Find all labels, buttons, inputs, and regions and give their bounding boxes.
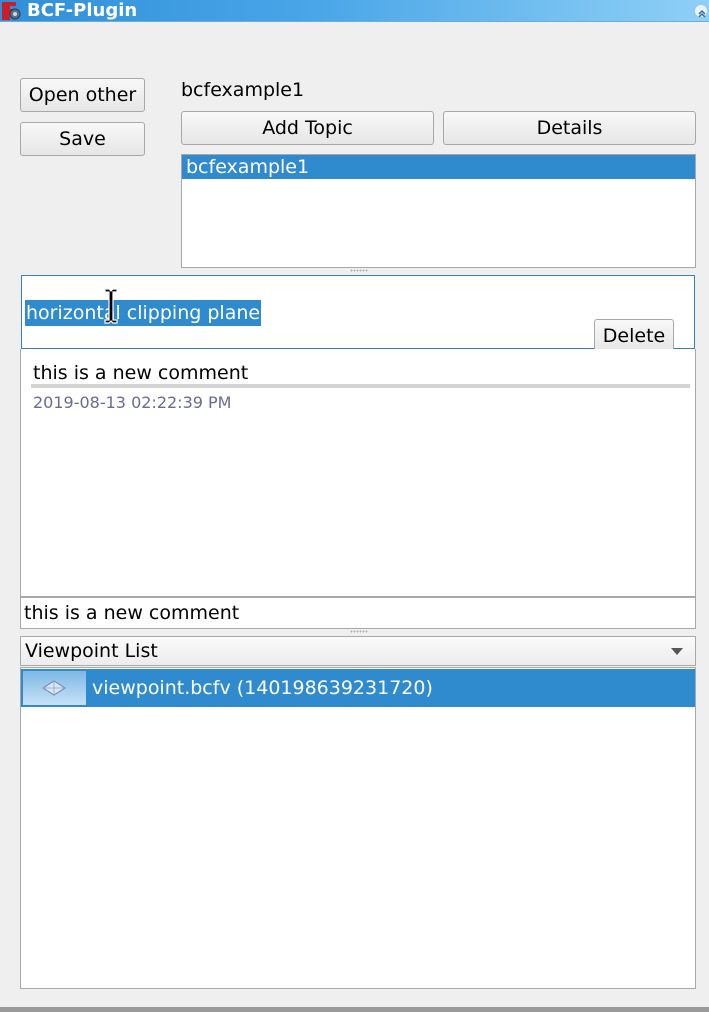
add-topic-button[interactable]: Add Topic — [181, 111, 434, 145]
title-bar[interactable]: BCF-Plugin — [0, 0, 709, 22]
viewpoint-name: viewpoint.bcfv (140198639231720) — [92, 677, 433, 699]
current-file-label: bcfexample1 — [181, 79, 305, 101]
window-bottom-border — [0, 1007, 709, 1012]
topic-title-text: horizontal clipping plane — [25, 300, 262, 326]
delete-button[interactable]: Delete — [594, 319, 674, 353]
new-comment-input[interactable]: this is a new comment — [20, 597, 696, 629]
viewpoint-list-selector[interactable]: Viewpoint List — [20, 636, 696, 666]
freecad-app-icon — [2, 2, 22, 20]
window-title: BCF-Plugin — [27, 0, 138, 21]
comment-divider — [31, 384, 690, 388]
text-cursor-icon — [103, 287, 119, 325]
viewpoint-selector-label: Viewpoint List — [25, 640, 158, 662]
details-button[interactable]: Details — [443, 111, 696, 145]
collapse-icon[interactable] — [694, 4, 708, 18]
splitter-handle[interactable] — [350, 269, 368, 272]
chevron-down-icon — [671, 648, 683, 655]
comment-list[interactable]: this is a new comment 2019-08-13 02:22:3… — [20, 349, 696, 597]
save-button[interactable]: Save — [20, 122, 145, 156]
list-item[interactable]: bcfexample1 — [182, 155, 695, 179]
open-other-button[interactable]: Open other — [20, 78, 145, 112]
comment-text: this is a new comment — [33, 362, 249, 384]
list-item[interactable]: viewpoint.bcfv (140198639231720) — [21, 669, 695, 707]
topic-list[interactable]: bcfexample1 — [181, 154, 696, 268]
comment-date: 2019-08-13 02:22:39 PM — [33, 393, 232, 412]
viewpoint-list[interactable]: viewpoint.bcfv (140198639231720) — [20, 667, 696, 989]
splitter-handle[interactable] — [350, 630, 368, 633]
viewpoint-thumbnail-icon — [23, 671, 86, 705]
